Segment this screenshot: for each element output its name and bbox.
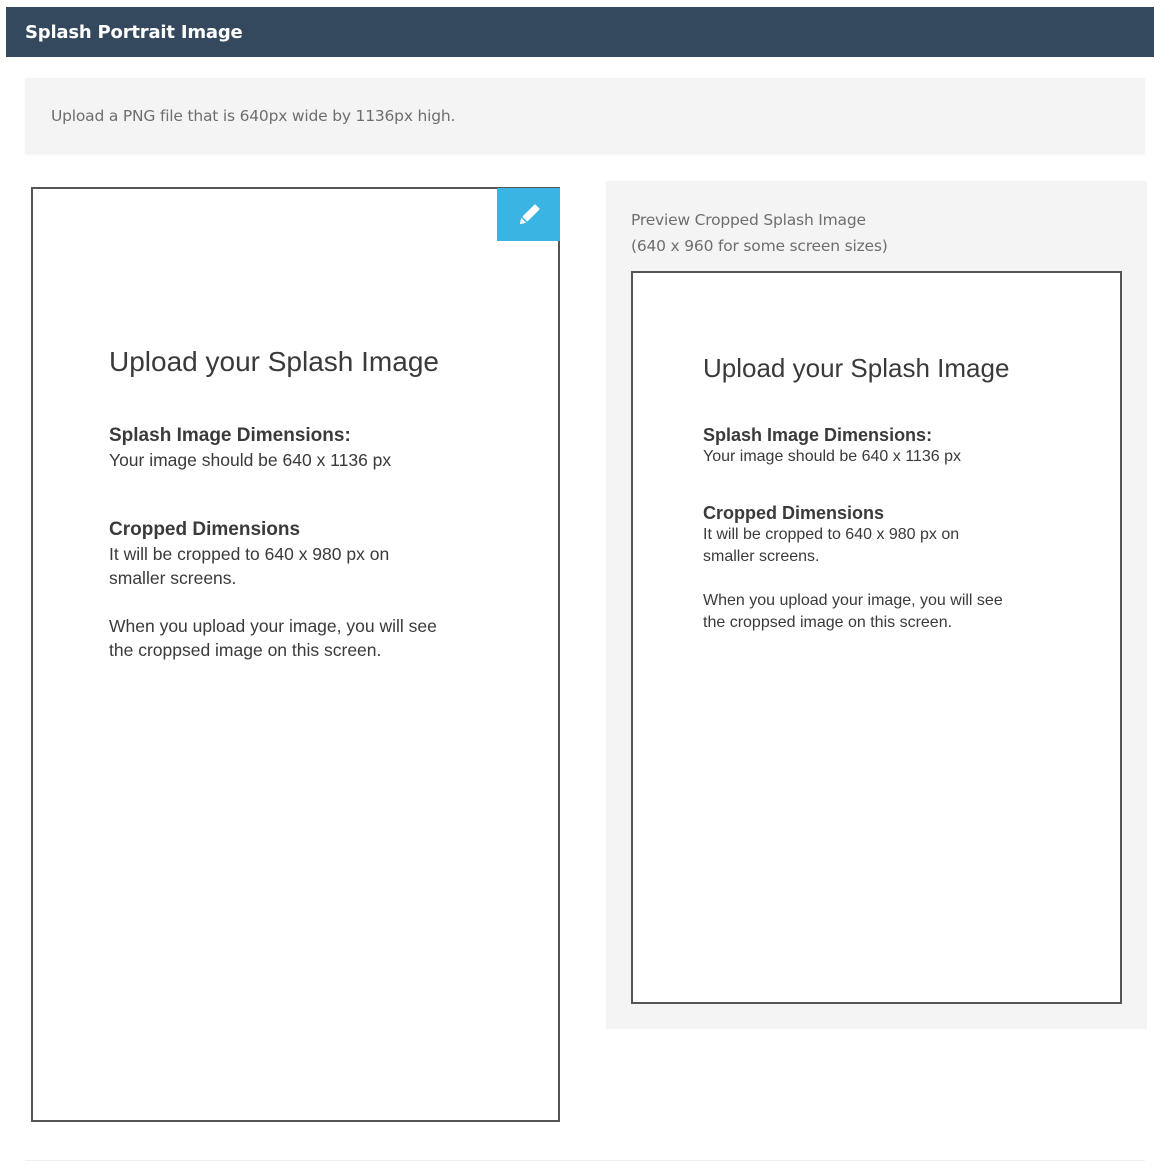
preview-cropped-text: It will be cropped to 640 x 980 px on (703, 526, 960, 543)
preview-caption-subtitle: (640 x 960 for some screen sizes) (631, 237, 888, 255)
splash-dimensions-block: Splash Image Dimensions: Your image shou… (109, 424, 529, 472)
preview-dimensions-title: Splash Image Dimensions: (703, 425, 933, 445)
splash-heading: Upload your Splash Image (109, 346, 439, 377)
page: Splash Portrait Image Upload a PNG file … (0, 0, 1156, 1169)
preview-placeholder-content: Upload your Splash Image Splash Image Di… (703, 348, 1103, 634)
cropped-dimensions-text: smaller screens. (109, 568, 237, 588)
upload-note-text: When you upload your image, you will see (109, 616, 437, 636)
preview-dimensions-block: Splash Image Dimensions: Your image shou… (703, 424, 1103, 468)
splash-placeholder-content: Upload your Splash Image Splash Image Di… (109, 340, 529, 662)
preview-caption: Preview Cropped Splash Image (640 x 960 … (631, 207, 888, 259)
preview-note-block: When you upload your image, you will see… (703, 590, 1103, 634)
cropped-dimensions-title: Cropped Dimensions (109, 519, 301, 540)
preview-note-text: the croppsed image on this screen. (703, 614, 953, 631)
upload-instructions: Upload a PNG file that is 640px wide by … (25, 78, 1145, 154)
divider (25, 1160, 1145, 1161)
preview-cropped-title: Cropped Dimensions (703, 503, 885, 523)
cropped-dimensions-text: It will be cropped to 640 x 980 px on (109, 544, 390, 564)
cropped-dimensions-block: Cropped Dimensions It will be cropped to… (109, 518, 529, 590)
upload-note-block: When you upload your image, you will see… (109, 614, 529, 662)
splash-dimensions-text: Your image should be 640 x 1136 px (109, 450, 392, 470)
preview-dimensions-text: Your image should be 640 x 1136 px (703, 448, 961, 465)
preview-cropped-text: smaller screens. (703, 548, 820, 565)
preview-cropped-block: Cropped Dimensions It will be cropped to… (703, 502, 1103, 568)
pencil-icon (514, 200, 544, 230)
preview-note-text: When you upload your image, you will see (703, 592, 1003, 609)
edit-image-button[interactable] (497, 188, 560, 241)
upload-instructions-text: Upload a PNG file that is 640px wide by … (51, 107, 456, 125)
section-header: Splash Portrait Image (6, 7, 1154, 57)
preview-caption-title: Preview Cropped Splash Image (631, 211, 866, 229)
splash-dimensions-title: Splash Image Dimensions: (109, 425, 351, 446)
section-title: Splash Portrait Image (25, 21, 243, 43)
preview-splash-heading: Upload your Splash Image (703, 353, 1010, 383)
upload-note-text: the croppsed image on this screen. (109, 640, 382, 660)
